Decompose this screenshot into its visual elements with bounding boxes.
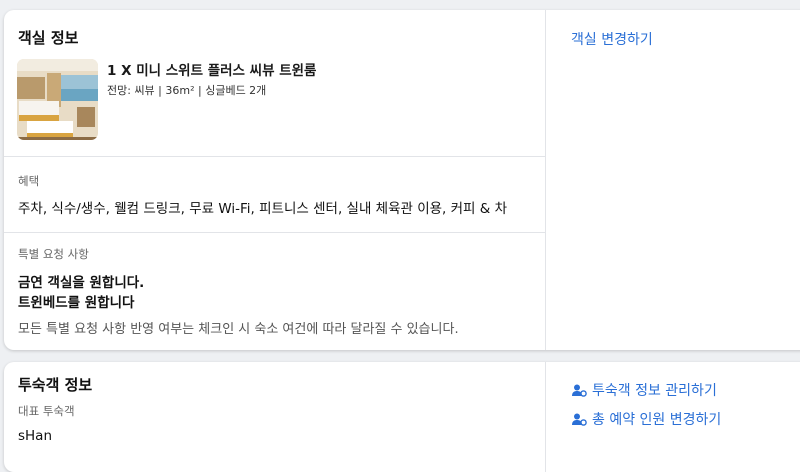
room-photo-icon — [17, 59, 98, 140]
lead-guest-label: 대표 투숙객 — [18, 404, 75, 418]
divider — [4, 156, 545, 157]
change-room-link[interactable]: 객실 변경하기 — [571, 29, 653, 49]
benefits-label: 혜택 — [18, 174, 40, 188]
guest-info-card: 투숙객 정보 대표 투숙객 sHan 투숙객 정보 관리하기 총 예약 인원 변… — [4, 362, 800, 472]
vertical-divider — [545, 362, 546, 472]
guest-info-title: 투숙객 정보 — [18, 376, 93, 394]
room-info-title: 객실 정보 — [18, 29, 79, 47]
benefits-list: 주차, 식수/생수, 웰컴 드링크, 무료 Wi-Fi, 피트니스 센터, 실내… — [18, 201, 507, 217]
person-gear-icon — [572, 413, 587, 426]
person-gear-icon — [572, 384, 587, 397]
room-meta: 전망: 씨뷰 | 36m² | 싱글베드 2개 — [107, 84, 267, 97]
requests-label: 특별 요청 사항 — [18, 247, 89, 261]
change-guest-count-link[interactable]: 총 예약 인원 변경하기 — [572, 409, 721, 429]
vertical-divider — [545, 10, 546, 350]
request-item: 금연 객실을 원합니다. — [18, 275, 145, 291]
lead-guest-name: sHan — [18, 428, 53, 444]
manage-guest-link[interactable]: 투숙객 정보 관리하기 — [572, 380, 717, 400]
divider — [4, 232, 545, 233]
request-item: 트윈베드를 원합니다 — [18, 295, 135, 311]
room-info-card: 객실 정보 객실 변경하기 1 X 미니 스위트 플러스 씨뷰 트윈룸 전망: … — [4, 10, 800, 350]
room-name: 1 X 미니 스위트 플러스 씨뷰 트윈룸 — [107, 63, 317, 79]
requests-note: 모든 특별 요청 사항 반영 여부는 체크인 시 숙소 여건에 따라 달라질 수… — [18, 322, 459, 337]
manage-guest-label: 투숙객 정보 관리하기 — [592, 383, 717, 399]
change-guest-count-label: 총 예약 인원 변경하기 — [592, 412, 722, 428]
room-thumbnail[interactable] — [17, 59, 98, 140]
